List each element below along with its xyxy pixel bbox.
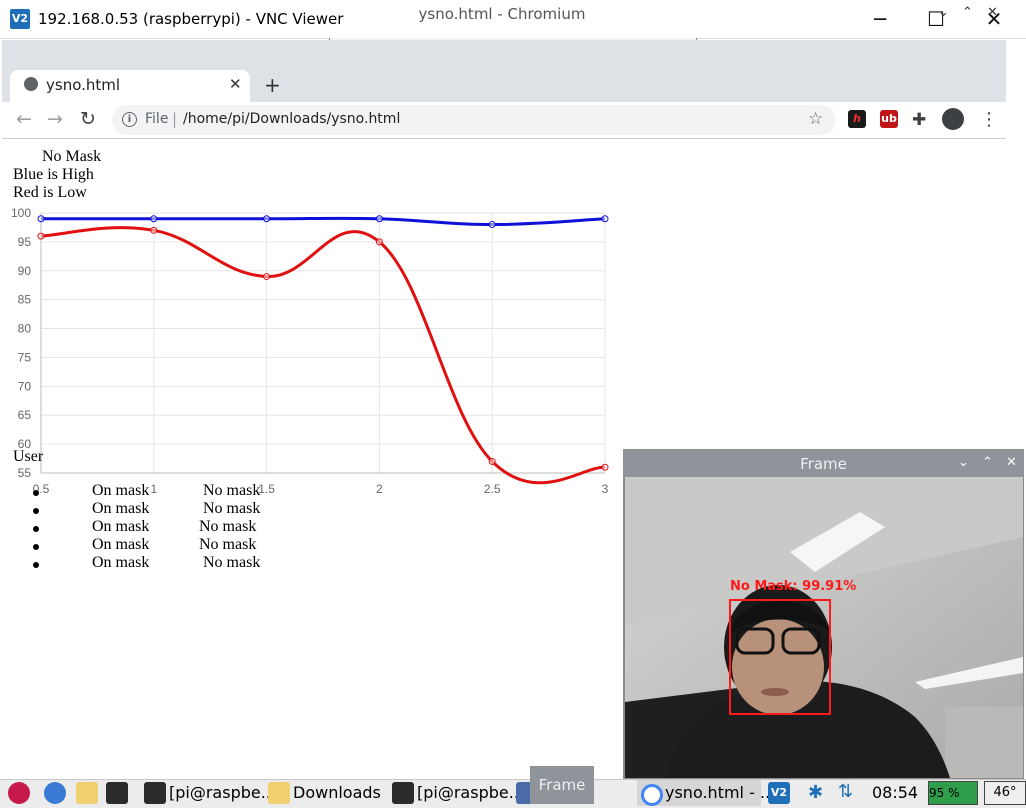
data-point (263, 215, 271, 223)
list-item-no-mask: No mask (203, 482, 261, 499)
data-point (488, 221, 496, 229)
detection-label: No Mask: 99.91% (730, 579, 856, 594)
chromium-close-button[interactable]: ✕ (987, 5, 998, 20)
chromium-window-title: ysno.html - Chromium (418, 5, 586, 23)
extension-h-icon[interactable]: h (848, 110, 866, 128)
taskbar-item-terminal-1[interactable]: [pi@raspbe... (169, 783, 276, 802)
list-bullet (33, 526, 39, 532)
list-item-on-mask: On mask (92, 482, 150, 499)
ublock-icon[interactable]: ub (880, 110, 898, 128)
extensions-puzzle-icon[interactable]: ✚ (912, 110, 926, 130)
data-point (601, 463, 609, 471)
list-item-on-mask: On mask (92, 536, 150, 553)
terminal-task-icon (392, 782, 414, 804)
y-tick-label: 75 (18, 350, 32, 364)
vnc-tray-icon[interactable]: V2 (768, 782, 790, 804)
list-item-on-mask: On mask (92, 518, 150, 535)
raspberry-menu-icon[interactable] (8, 782, 30, 804)
data-point (601, 215, 609, 223)
network-arrows-icon[interactable]: ⇅ (838, 781, 853, 802)
y-tick-label: 100 (11, 206, 31, 220)
camera-feed: No Mask: 99.91% (625, 477, 1023, 778)
chromium-minimize-button[interactable]: ⌄ (938, 5, 949, 20)
file-manager-icon[interactable] (76, 782, 98, 804)
file-scheme-label: File (145, 111, 169, 127)
terminal-task-icon (144, 782, 166, 804)
data-point (37, 215, 45, 223)
y-tick-label: 95 (18, 235, 32, 249)
data-point (150, 215, 158, 223)
y-tick-label: 85 (18, 293, 32, 307)
reload-button[interactable]: ↻ (80, 108, 96, 130)
taskbar-item-chromium[interactable]: ysno.html - ... (665, 783, 775, 802)
data-point (488, 457, 496, 465)
list-bullet (33, 490, 39, 496)
chromium-titlebar (2, 40, 1006, 68)
list-item-no-mask: No mask (203, 500, 261, 517)
temperature-monitor[interactable]: 46° (984, 781, 1026, 805)
chromium-icon (641, 784, 663, 806)
browser-globe-icon[interactable] (44, 782, 66, 804)
page-heading: No Mask (42, 148, 102, 165)
data-point (375, 238, 383, 246)
list-item-no-mask: No mask (199, 518, 257, 535)
tab-close-icon[interactable]: ✕ (229, 75, 242, 93)
bookmark-star-icon[interactable]: ☆ (808, 109, 823, 129)
back-button[interactable]: ← (16, 108, 32, 130)
list-bullet (33, 544, 39, 550)
globe-icon (24, 77, 38, 91)
y-tick-label: 80 (18, 322, 32, 336)
folder-icon (268, 782, 290, 804)
x-tick-label: 1 (150, 482, 157, 496)
data-point (263, 273, 271, 281)
frame-maximize-button[interactable]: ⌃ (982, 455, 993, 470)
list-bullet (33, 562, 39, 568)
y-tick-label: 65 (18, 408, 32, 422)
info-icon[interactable]: i (122, 112, 137, 127)
new-tab-button[interactable]: + (264, 73, 281, 97)
cpu-monitor[interactable]: 95 % (928, 781, 978, 805)
legend-high-text: Blue is High (13, 166, 94, 183)
clock[interactable]: 08:54 (872, 783, 918, 802)
url-text[interactable]: /home/pi/Downloads/ysno.html (183, 111, 400, 127)
taskbar-item-frame[interactable]: Frame (530, 766, 594, 804)
x-tick-label: 1.5 (258, 482, 275, 496)
list-item-on-mask: On mask (92, 554, 150, 571)
list-item-no-mask: No mask (199, 536, 257, 553)
list-item-no-mask: No mask (203, 554, 261, 571)
url-separator: | (172, 110, 178, 128)
list-item-on-mask: On mask (92, 500, 150, 517)
y-tick-label: 55 (18, 466, 32, 480)
taskbar-item-terminal-2[interactable]: [pi@raspbe... (417, 783, 524, 802)
frame-minimize-button[interactable]: ⌄ (958, 455, 969, 470)
x-tick-label: 3 (602, 482, 609, 496)
y-tick-label: 90 (18, 264, 32, 278)
x-tick-label: 2 (376, 482, 383, 496)
frame-close-button[interactable]: ✕ (1006, 455, 1017, 470)
line-chart: 1009590858075706560550.5 1 1.5 2 2.5 3 (11, 206, 609, 496)
chromium-maximize-button[interactable]: ⌃ (962, 5, 973, 20)
data-point (37, 232, 45, 240)
forward-button[interactable]: → (47, 108, 63, 130)
chrome-menu-icon[interactable]: ⋮ (980, 109, 998, 130)
series-line-0 (40, 216, 606, 227)
terminal-icon[interactable] (106, 782, 128, 804)
data-point (150, 226, 158, 234)
y-tick-label: 70 (18, 379, 32, 393)
tab-title: ysno.html (46, 76, 121, 94)
list-bullet (33, 508, 39, 514)
data-point (375, 215, 383, 223)
x-tick-label: 2.5 (484, 482, 501, 496)
profile-avatar-icon[interactable] (942, 108, 964, 130)
bluetooth-icon[interactable]: ✱ (808, 782, 823, 803)
user-label: User (13, 448, 44, 465)
taskbar-item-downloads[interactable]: Downloads (293, 783, 381, 802)
